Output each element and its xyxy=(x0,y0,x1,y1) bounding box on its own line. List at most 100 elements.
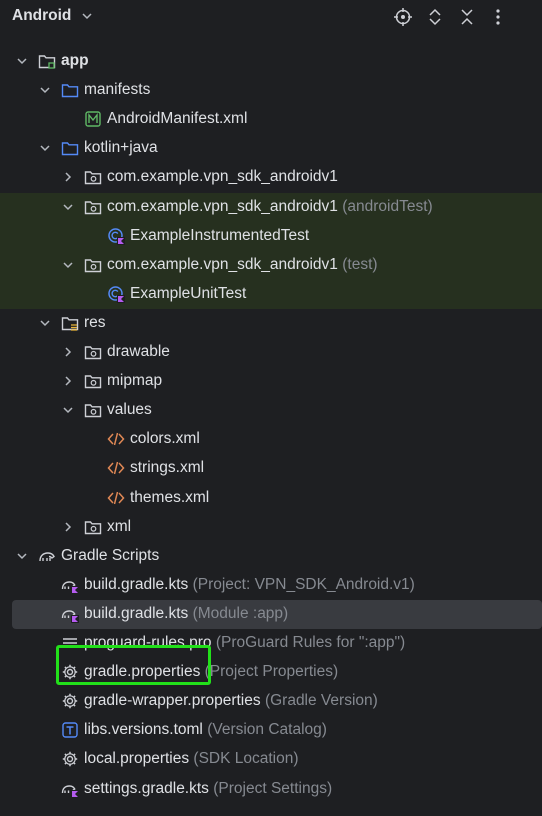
tree-item-name: AndroidManifest.xml xyxy=(107,110,248,128)
tree-item-name: ExampleUnitTest xyxy=(130,284,247,302)
properties-gear-icon xyxy=(62,752,78,767)
chevron-down-icon[interactable] xyxy=(61,403,75,417)
tree-item-label: AndroidManifest.xml xyxy=(107,110,247,128)
tree-item-label: strings.xml xyxy=(130,459,204,477)
kotlin-test-class-icon xyxy=(108,227,125,245)
gradle-kts-icon xyxy=(61,610,79,623)
tree-item-suffix: (Project Settings) xyxy=(213,779,333,797)
tree-row[interactable]: colors.xml xyxy=(0,425,542,454)
tree-item-name: gradle-wrapper.properties xyxy=(84,692,261,710)
tree-row[interactable]: libs.versions.toml (Version Catalog) xyxy=(0,716,542,745)
collapse-all-icon[interactable] xyxy=(457,7,477,27)
tree-item-label: themes.xml xyxy=(130,489,209,507)
package-icon xyxy=(84,258,102,272)
tree-item-suffix: (Project Properties) xyxy=(204,663,339,681)
target-icon[interactable] xyxy=(393,7,413,27)
tree-item-label: Gradle Scripts xyxy=(61,547,159,565)
tree-item-label: ExampleUnitTest xyxy=(130,285,246,303)
tree-row[interactable]: ExampleUnitTest xyxy=(0,279,542,309)
package-icon xyxy=(84,346,102,360)
chevron-right-icon[interactable] xyxy=(61,374,75,388)
tree-item-name: com.example.vpn_sdk_androidv1 xyxy=(107,168,338,186)
tree-row[interactable]: mipmap xyxy=(0,367,542,396)
package-icon xyxy=(84,200,102,214)
tree-item-label: manifests xyxy=(84,81,150,99)
tree-item-label: com.example.vpn_sdk_androidv1 (androidTe… xyxy=(107,198,433,216)
tree-item-name: colors.xml xyxy=(130,430,200,448)
tree-item-name: settings.gradle.kts xyxy=(84,779,209,797)
tree-row[interactable]: settings.gradle.kts (Project Settings) xyxy=(0,775,542,804)
tree-row[interactable]: build.gradle.kts (Project: VPN_SDK_Andro… xyxy=(0,571,542,600)
tree-row[interactable]: com.example.vpn_sdk_androidv1 (test) xyxy=(0,250,542,280)
tree-item-suffix: (androidTest) xyxy=(342,197,433,215)
tree-row[interactable]: kotlin+java xyxy=(0,134,542,163)
chevron-down-icon[interactable] xyxy=(61,200,75,214)
tree-item-label: com.example.vpn_sdk_androidv1 xyxy=(107,168,338,186)
tree-item-name: xml xyxy=(107,517,132,535)
tree-item-label: local.properties (SDK Location) xyxy=(84,750,299,768)
tree-item-label: libs.versions.toml (Version Catalog) xyxy=(84,721,327,739)
tree-item-suffix: (ProGuard Rules for ":app") xyxy=(215,634,406,651)
chevron-down-icon[interactable] xyxy=(38,316,52,330)
chevron-down-icon[interactable] xyxy=(15,549,29,563)
manifest-file-icon xyxy=(85,111,101,127)
tree-item-name: build.gradle.kts xyxy=(84,604,189,622)
tree-item-label: ExampleInstrumentedTest xyxy=(130,227,309,245)
expand-collapse-icon[interactable] xyxy=(425,7,445,27)
tree-item-label: xml xyxy=(107,518,131,536)
tree-item-suffix: (SDK Location) xyxy=(193,750,299,768)
res-folder-icon xyxy=(61,317,79,331)
tree-row[interactable]: themes.xml xyxy=(0,484,542,513)
tree-row[interactable]: xml xyxy=(0,513,542,542)
tree-item-label: app xyxy=(61,52,89,70)
view-selector-title[interactable]: Android xyxy=(12,7,71,25)
tree-row[interactable]: build.gradle.kts (Module :app) xyxy=(12,599,542,629)
tree-row[interactable]: manifests xyxy=(0,76,542,105)
tree-row[interactable]: app xyxy=(0,47,542,76)
tree-row[interactable]: ExampleInstrumentedTest xyxy=(0,221,542,251)
tree-row[interactable]: AndroidManifest.xml xyxy=(0,105,542,134)
chevron-down-icon[interactable] xyxy=(38,141,52,155)
tree-item-label: settings.gradle.kts (Project Settings) xyxy=(84,780,332,798)
tree-item-label: kotlin+java xyxy=(84,139,158,157)
tree-row[interactable]: local.properties (SDK Location) xyxy=(0,745,542,774)
tree-item-label: build.gradle.kts (Project: VPN_SDK_Andro… xyxy=(84,576,415,594)
chevron-down-icon[interactable] xyxy=(61,258,75,272)
package-icon xyxy=(84,404,102,418)
kotlin-test-class-icon xyxy=(108,286,125,303)
tree-item-name: Gradle Scripts xyxy=(61,546,160,564)
tree-row[interactable]: gradle-wrapper.properties (Gradle Versio… xyxy=(0,687,542,716)
xml-file-icon xyxy=(107,491,125,504)
tree-row[interactable]: com.example.vpn_sdk_androidv1 xyxy=(0,163,542,192)
tree-row[interactable]: values xyxy=(0,396,542,425)
tree-item-suffix: (Project: VPN_SDK_Android.v1) xyxy=(192,575,415,593)
gradle-kts-icon xyxy=(61,784,79,798)
tree-row[interactable]: drawable xyxy=(0,338,542,367)
tree-row[interactable]: Gradle Scripts xyxy=(0,542,542,571)
folder-icon xyxy=(61,84,79,98)
tree-row[interactable]: strings.xml xyxy=(0,454,542,483)
tree-item-name: strings.xml xyxy=(130,459,205,477)
xml-file-icon xyxy=(107,433,125,446)
tree-item-label: values xyxy=(107,401,152,419)
chevron-right-icon[interactable] xyxy=(61,520,75,534)
tree-row[interactable]: com.example.vpn_sdk_androidv1 (androidTe… xyxy=(0,192,542,222)
properties-gear-icon xyxy=(62,693,78,709)
chevron-right-icon[interactable] xyxy=(61,170,75,184)
annotation-highlight-box xyxy=(56,645,211,685)
tree-item-name: manifests xyxy=(84,81,151,99)
tree-item-name: libs.versions.toml xyxy=(84,721,203,739)
more-vert-icon[interactable] xyxy=(488,7,508,27)
chevron-down-icon[interactable] xyxy=(15,54,29,68)
tree-item-name: values xyxy=(107,401,152,419)
tree-item-label: build.gradle.kts (Module :app) xyxy=(84,605,288,623)
chevron-down-icon[interactable] xyxy=(81,10,93,22)
chevron-down-icon[interactable] xyxy=(38,83,52,97)
gradle-elephant-icon xyxy=(39,551,55,561)
gradle-kts-icon xyxy=(61,581,79,594)
chevron-right-icon[interactable] xyxy=(61,345,75,359)
tree-item-label: com.example.vpn_sdk_androidv1 (test) xyxy=(107,256,378,274)
tree-item-suffix: (test) xyxy=(342,255,378,273)
package-icon xyxy=(84,171,102,185)
tree-row[interactable]: res xyxy=(0,309,542,338)
